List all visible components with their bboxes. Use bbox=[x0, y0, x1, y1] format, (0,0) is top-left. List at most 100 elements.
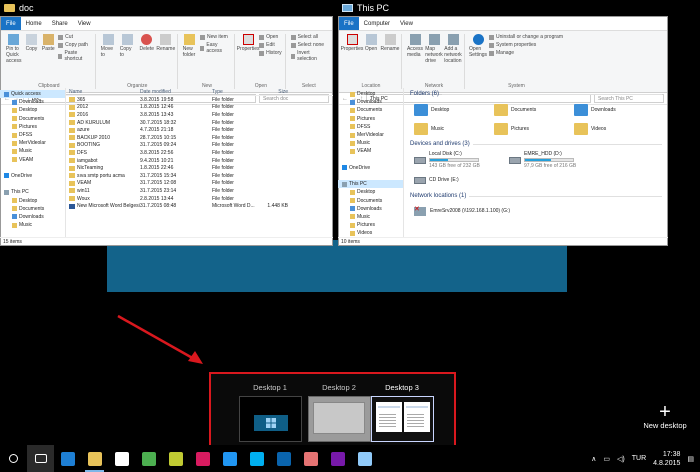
open-settings-button[interactable]: Open Settings bbox=[469, 34, 487, 58]
table-row[interactable]: BOOTING 31.7.2015 09:24 File folder bbox=[66, 142, 333, 150]
action-center-icon[interactable]: ▤ bbox=[687, 455, 694, 463]
nav-item[interactable]: Documents bbox=[0, 115, 65, 123]
add-location-button[interactable]: Add a network location bbox=[444, 34, 462, 64]
table-row[interactable]: 2016 3.8.2015 13:43 File folder bbox=[66, 111, 333, 119]
invert-selection-button[interactable]: Invert selection bbox=[290, 50, 327, 62]
nav-item[interactable]: VEAM bbox=[0, 156, 65, 164]
select-all-button[interactable]: Select all bbox=[290, 34, 327, 40]
rename-button[interactable]: Rename bbox=[381, 34, 399, 52]
nav-item[interactable]: Music bbox=[0, 221, 65, 229]
nav-item[interactable]: OneDrive bbox=[338, 164, 403, 172]
new-folder-button[interactable]: New folder bbox=[183, 34, 197, 58]
taskbar-onenote-button[interactable] bbox=[324, 445, 351, 472]
paste-button[interactable]: Paste bbox=[41, 34, 55, 52]
move-to-button[interactable]: Move to bbox=[101, 34, 117, 58]
nav-item[interactable]: Documents bbox=[338, 106, 403, 114]
manage-button[interactable]: Manage bbox=[489, 50, 563, 56]
drive-tile[interactable]: Local Disk (C:) 143 GB free of 232 GB bbox=[414, 150, 509, 170]
table-row[interactable]: win11 31.7.2015 23:14 File folder bbox=[66, 187, 333, 195]
tab-view[interactable]: View bbox=[395, 21, 418, 27]
copy-to-button[interactable]: Copy to bbox=[120, 34, 136, 58]
folder-tile[interactable]: Desktop bbox=[414, 100, 494, 119]
delete-button[interactable]: Delete bbox=[139, 34, 155, 52]
tab-computer[interactable]: Computer bbox=[359, 21, 395, 27]
drive-tile[interactable]: CD Drive (E:) bbox=[414, 170, 509, 190]
taskbar-chrome-button[interactable] bbox=[135, 445, 162, 472]
tab-file[interactable]: File bbox=[339, 17, 359, 30]
nav-item[interactable]: DFSS bbox=[338, 123, 403, 131]
taskbar-task-view-button[interactable] bbox=[27, 445, 54, 472]
nav-item[interactable]: Pictures bbox=[338, 115, 403, 123]
taskbar-store-button[interactable] bbox=[108, 445, 135, 472]
nav-item[interactable]: Pictures bbox=[338, 221, 403, 229]
taskbar-search-button[interactable] bbox=[0, 445, 27, 472]
uninstall-button[interactable]: Uninstall or change a program bbox=[489, 34, 563, 40]
folder-tile[interactable]: Pictures bbox=[494, 119, 574, 138]
nav-item[interactable]: DFSS bbox=[0, 131, 65, 139]
window-titlebar[interactable]: doc bbox=[0, 0, 333, 16]
nav-item[interactable]: Music bbox=[338, 213, 403, 221]
nav-item[interactable]: Documents bbox=[0, 205, 65, 213]
folder-tile[interactable]: Videos bbox=[574, 119, 654, 138]
table-row[interactable]: NicTeaming 1.8.2015 22:46 File folder bbox=[66, 164, 333, 172]
taskbar-outlook-button[interactable] bbox=[270, 445, 297, 472]
tab-view[interactable]: View bbox=[73, 21, 96, 27]
new-item-button[interactable]: New item bbox=[199, 34, 231, 40]
nav-item[interactable]: Desktop bbox=[338, 90, 403, 98]
nav-item[interactable]: Downloads bbox=[0, 213, 65, 221]
nav-item[interactable]: Downloads bbox=[0, 98, 65, 106]
explorer-window-doc[interactable]: doc File Home Share View Pin to Quick ac… bbox=[0, 0, 333, 246]
system-properties-button[interactable]: System properties bbox=[489, 42, 563, 48]
clock[interactable]: 17:38 4.8.2015 bbox=[653, 450, 680, 468]
volume-icon[interactable]: ◁) bbox=[617, 455, 625, 463]
column-type[interactable]: Type bbox=[212, 89, 258, 95]
network-location-item[interactable]: EmreSrv2008 (\\192.168.1.100) (G:) bbox=[404, 202, 668, 220]
table-row[interactable]: 2012 1.8.2015 12:46 File folder bbox=[66, 104, 333, 112]
folder-tile[interactable]: Downloads bbox=[574, 100, 654, 119]
table-row[interactable]: VEAM 31.7.2015 12:08 File folder bbox=[66, 180, 333, 188]
table-row[interactable]: DFS 3.8.2015 22:56 File folder bbox=[66, 149, 333, 157]
map-drive-button[interactable]: Map network drive bbox=[425, 34, 443, 64]
nav-item[interactable]: Quick access bbox=[0, 90, 65, 99]
taskbar-app-button[interactable] bbox=[351, 445, 378, 472]
tab-home[interactable]: Home bbox=[21, 21, 47, 27]
history-button[interactable]: History bbox=[259, 50, 282, 56]
column-size[interactable]: Size bbox=[258, 89, 288, 95]
select-none-button[interactable]: Select none bbox=[290, 42, 327, 48]
nav-item[interactable]: Desktop bbox=[0, 196, 65, 204]
desktop-1-thumbnail[interactable] bbox=[239, 396, 302, 442]
cut-button[interactable]: Cut bbox=[58, 34, 92, 40]
taskbar-edge-button[interactable] bbox=[54, 445, 81, 472]
table-row[interactable]: New Microsoft Word Belgesi.docx31.7.2015… bbox=[66, 202, 333, 210]
desktop-2-thumbnail[interactable] bbox=[308, 396, 371, 442]
copy-path-button[interactable]: Copy path bbox=[58, 42, 92, 48]
taskbar-paint-button[interactable] bbox=[189, 445, 216, 472]
chevron-up-icon[interactable]: ∧ bbox=[591, 455, 596, 463]
nav-item[interactable]: Videos bbox=[338, 229, 403, 237]
taskbar-app-button[interactable] bbox=[297, 445, 324, 472]
table-row[interactable]: sıva smtp portu acma 31.7.2015 15:34 File … bbox=[66, 172, 333, 180]
nav-item[interactable]: Music bbox=[0, 147, 65, 155]
rename-button[interactable]: Rename bbox=[156, 34, 175, 52]
taskbar-file-explorer-button[interactable] bbox=[81, 445, 108, 472]
properties-button[interactable]: Properties bbox=[237, 34, 260, 52]
drives-section-heading[interactable]: Devices and drives (3) bbox=[404, 138, 668, 150]
network-icon[interactable]: ▭ bbox=[603, 455, 610, 463]
open-button[interactable]: Open bbox=[259, 34, 282, 40]
copy-button[interactable]: Copy bbox=[25, 34, 39, 52]
nav-item[interactable]: Desktop bbox=[0, 106, 65, 114]
nav-item[interactable]: MerVideolar bbox=[338, 131, 403, 139]
table-row[interactable]: azure 4.7.2015 21:18 File folder bbox=[66, 126, 333, 134]
nav-item[interactable]: Downloads bbox=[338, 205, 403, 213]
easy-access-button[interactable]: Easy access bbox=[199, 42, 231, 54]
drive-tile[interactable]: EMRE_HDD (D:) 97,9 GB free of 216 GB bbox=[509, 150, 604, 170]
nav-item[interactable]: Music bbox=[338, 139, 403, 147]
column-date[interactable]: Date modified bbox=[140, 89, 212, 95]
properties-button[interactable]: Properties bbox=[341, 34, 363, 52]
desktop-3-thumbnail[interactable] bbox=[371, 396, 434, 442]
nav-item[interactable]: Pictures bbox=[0, 123, 65, 131]
nav-item[interactable]: This PC bbox=[338, 180, 403, 189]
new-desktop-button[interactable]: + New desktop bbox=[640, 402, 690, 430]
table-row[interactable]: AD KURULUM 30.7.2015 18:32 File folder bbox=[66, 119, 333, 127]
nav-item[interactable]: MerVideolar bbox=[0, 139, 65, 147]
